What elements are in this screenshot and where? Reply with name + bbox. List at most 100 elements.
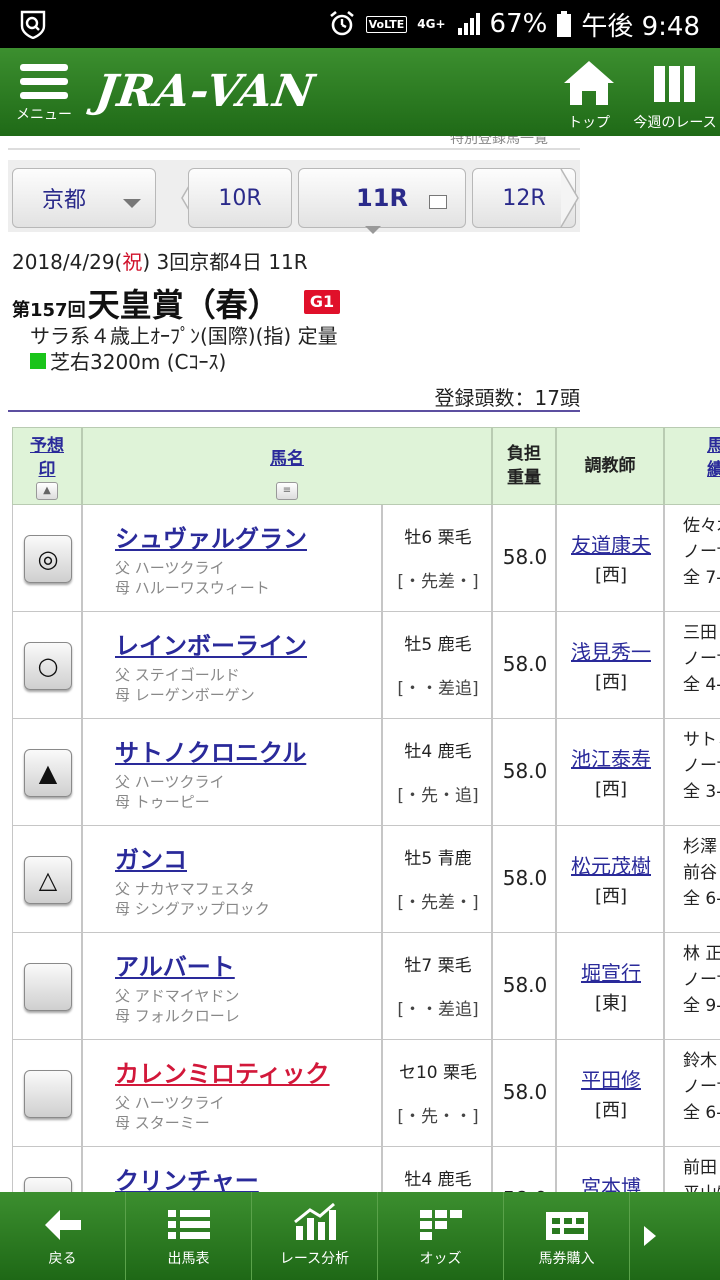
race-analysis-label: レース分析: [279, 1251, 350, 1267]
hamburger-icon: [20, 64, 68, 99]
prediction-mark-button[interactable]: [24, 1070, 72, 1118]
prediction-mark-button[interactable]: ◎: [24, 535, 72, 583]
prediction-mark-button[interactable]: △: [24, 856, 72, 904]
header-trainer: 調教師: [556, 427, 664, 505]
sex-age-color: 牡4 鹿毛: [404, 1170, 472, 1190]
volte-badge: VoLTE: [365, 15, 408, 33]
horse-name-link[interactable]: ガンコ: [115, 840, 187, 875]
trainer-link[interactable]: 友道康夫: [557, 529, 665, 558]
menu-button[interactable]: メニュー: [10, 60, 78, 130]
horse-cell: アルバート父 アドマイヤドン母 フォルクローレ: [82, 933, 382, 1040]
dam-name: 母 シングアップロック: [115, 900, 270, 918]
buy-ticket-button[interactable]: 馬券購入: [504, 1192, 630, 1280]
trainer-cell: 平田修 [西]: [556, 1040, 664, 1147]
trainer-link[interactable]: 堀宣行: [557, 957, 665, 986]
mark-cell: △: [12, 826, 82, 933]
running-style: [・先差・]: [397, 572, 479, 592]
prediction-mark-button[interactable]: ○: [24, 642, 72, 690]
entries-button[interactable]: 出馬表: [126, 1192, 252, 1280]
table-row: アルバート父 アドマイヤドン母 フォルクローレ 牡7 栗毛 [・・差追] 58.0 堀宣…: [12, 933, 720, 1040]
prediction-mark-button[interactable]: [24, 963, 72, 1011]
odds-grid-icon: [419, 1210, 462, 1240]
sort-menu-icon[interactable]: ≡: [276, 482, 298, 500]
this-week-races-button[interactable]: 今週のレース: [630, 58, 720, 132]
header-horse-name[interactable]: 馬名 ≡: [82, 427, 492, 505]
dam-name: 母 レーゲンボーゲン: [115, 686, 255, 704]
header-prediction-mark[interactable]: 予想印 ▲: [12, 427, 82, 505]
trainer-cell: 友道康夫 [西]: [556, 505, 664, 612]
breeder-text: ノーザ: [683, 649, 720, 669]
trainer-region: [西]: [594, 565, 628, 586]
sex-cell: 牡6 栗毛 [・先差・]: [382, 505, 492, 612]
record-text: 全 3-: [683, 782, 720, 802]
horse-name-link[interactable]: カレンミロティック: [115, 1054, 330, 1089]
sex-age-color: 牡6 栗毛: [404, 528, 472, 548]
back-button[interactable]: 戻る: [0, 1192, 126, 1280]
record-text: 全 4-: [683, 675, 720, 695]
columns-icon: [654, 66, 695, 102]
grade-badge: G1: [304, 290, 340, 314]
horse-name-link[interactable]: アルバート: [115, 947, 235, 982]
ticket-icon: [545, 1212, 588, 1240]
trainer-region: [西]: [594, 672, 628, 693]
race-date-tail: ) 3回京都4日 11R: [142, 250, 308, 274]
top-button[interactable]: トップ: [556, 58, 622, 132]
race-analysis-button[interactable]: レース分析: [252, 1192, 378, 1280]
table-row: カレンミロティック父 ハーツクライ母 スターミー セ10 栗毛 [・先・・] 58.0…: [12, 1040, 720, 1147]
horse-name-link[interactable]: サトノクロニクル: [115, 733, 306, 768]
venue-label: 京都: [41, 188, 86, 213]
prediction-mark-button[interactable]: ▲: [24, 749, 72, 797]
table-row: ◎ シュヴァルグラン父 ハーツクライ母 ハルーワスウィート 牡6 栗毛 [・先差・] 5…: [12, 505, 720, 612]
trainer-link[interactable]: 池江泰寿: [557, 743, 665, 772]
next-race-label: 12R: [502, 185, 546, 211]
record-cell: サトミノーザ全 3-: [664, 719, 720, 826]
horse-name-link[interactable]: レインボーライン: [115, 626, 307, 661]
trainer-link[interactable]: 平田修: [557, 1064, 665, 1093]
back-label: 戻る: [48, 1251, 77, 1267]
horse-cell: シュヴァルグラン父 ハーツクライ母 ハルーワスウィート: [82, 505, 382, 612]
header-record[interactable]: 馬戦績: [664, 427, 720, 505]
logo[interactable]: JRA-VAN: [92, 66, 318, 117]
sex-age-color: セ10 栗毛: [398, 1063, 478, 1083]
owner-text: サトミ: [683, 730, 720, 750]
record-cell: 杉澤 前谷全 6-: [664, 826, 720, 933]
alarm-icon: [329, 10, 354, 36]
trainer-link[interactable]: 松元茂樹: [557, 850, 665, 879]
running-style: [・先・追]: [397, 786, 479, 806]
holiday-mark: 祝: [122, 250, 143, 274]
owner-text: 三田: [683, 623, 717, 643]
weight-cell: 58.0: [492, 826, 556, 933]
sex-age-color: 牡4 鹿毛: [404, 742, 472, 762]
prev-race-button[interactable]: 10R: [188, 168, 292, 228]
breeder-text: ノーザ: [683, 1077, 720, 1097]
carried-weight: 58.0: [502, 1080, 548, 1104]
race-edition: 第157回: [12, 300, 86, 321]
chevron-down-icon: [123, 199, 141, 208]
this-week-races-label: 今週のレース: [633, 115, 717, 131]
sire-name: 父 ナカヤマフェスタ: [115, 880, 255, 898]
next-race-arrow-icon: [560, 168, 579, 228]
horse-name-link[interactable]: シュヴァルグラン: [115, 519, 307, 554]
record-text: 全 6-: [683, 889, 720, 909]
venue-select[interactable]: 京都: [12, 168, 156, 228]
current-race-button[interactable]: 11R: [298, 168, 466, 228]
divider: [8, 410, 580, 412]
status-icons: VoLTE 4G+ 67% 午後 9:48: [328, 0, 700, 48]
back-arrow-icon: [44, 1210, 81, 1240]
trainer-cell: 浅見秀一 [西]: [556, 612, 664, 719]
owner-text: 鈴木: [683, 1051, 717, 1071]
sort-up-icon[interactable]: ▲: [36, 482, 58, 500]
trainer-link[interactable]: 浅見秀一: [557, 636, 665, 665]
bottom-nav: 戻る 出馬表 レース分析 オッズ 馬券購入: [0, 1192, 720, 1280]
header-record-label: 馬戦績: [707, 436, 720, 480]
carried-weight: 58.0: [502, 759, 548, 783]
buy-ticket-label: 馬券購入: [538, 1251, 595, 1267]
more-button[interactable]: [630, 1192, 670, 1280]
odds-label: オッズ: [419, 1251, 462, 1267]
subheader-cut-text: 特別登録馬一覧: [450, 136, 548, 147]
horse-name-link[interactable]: クリンチャー: [115, 1161, 259, 1196]
odds-button[interactable]: オッズ: [378, 1192, 504, 1280]
network-type: 4G+: [417, 17, 446, 31]
header-weight-label: 負担重量: [507, 444, 541, 488]
breeder-text: ノーザ: [683, 970, 720, 990]
